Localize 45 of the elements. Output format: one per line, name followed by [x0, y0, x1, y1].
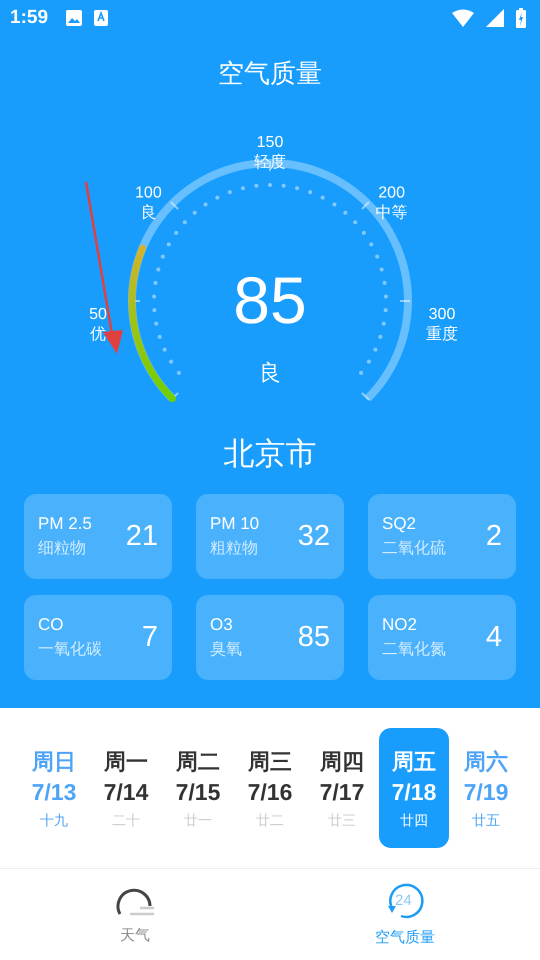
pollutant-desc: 二氧化氮	[382, 639, 447, 660]
date-tab[interactable]: 周五 7/18 廿四	[379, 728, 449, 848]
pollutant-value: 32	[298, 520, 330, 553]
pollutant-desc: 一氧化碳	[38, 639, 103, 660]
gauge-tick-value: 50	[89, 306, 107, 323]
pollutant-name: NO2	[382, 615, 418, 635]
nav-tab[interactable]: 天气	[0, 869, 270, 960]
aqi-value: 85	[233, 263, 307, 337]
pollutant-name: SQ2	[382, 514, 418, 534]
gauge-tick-label: 良	[140, 204, 156, 222]
gauge-tick-value: 200	[378, 184, 405, 202]
pollutant-desc: 粗粒物	[210, 538, 259, 559]
pollutant-value: 21	[126, 520, 158, 553]
aqi-grade: 良	[259, 361, 281, 386]
city-name: 北京市	[222, 435, 318, 474]
gauge-tick-label: 轻度	[254, 154, 286, 171]
pollutant-name: CO	[38, 615, 64, 635]
status-time: 1:59	[10, 7, 48, 29]
signal-icon	[486, 9, 504, 27]
pollutant-value: 2	[486, 520, 502, 553]
wifi-icon	[452, 9, 474, 27]
pollutant-name: O3	[210, 615, 234, 635]
pollutant-name: PM 2.5	[38, 514, 93, 534]
icon-number: 24	[395, 891, 412, 911]
pollutant-value: 85	[298, 621, 330, 654]
nav-tab[interactable]: 24 空气质量	[270, 869, 540, 960]
pollutant-desc: 二氧化硫	[382, 538, 447, 559]
gauge-tick-label: 中等	[376, 204, 408, 222]
battery-icon	[516, 8, 526, 28]
date-tab[interactable]: 周六 7/19 廿五	[451, 728, 521, 848]
image-icon	[66, 10, 82, 26]
pollutant-value: 7	[142, 621, 158, 654]
pollutant-name: PM 10	[210, 514, 260, 534]
gauge-tick-label: 优	[90, 326, 106, 343]
pollutant-value: 4	[486, 621, 502, 654]
page-title: 空气质量	[217, 58, 323, 91]
font-icon	[94, 10, 108, 26]
gauge-tick-value: 300	[428, 306, 456, 323]
refresh-circle-icon	[386, 882, 424, 920]
pollutant-desc: 臭氧	[210, 639, 243, 660]
pollutant-desc: 细粒物	[38, 538, 87, 559]
gauge-tick-value: 100	[135, 184, 162, 202]
gauge-tick-label: 重度	[426, 326, 458, 343]
date-tab[interactable]: 周日 7/13 十九	[19, 728, 89, 848]
gauge-tick-value: 150	[256, 134, 284, 151]
